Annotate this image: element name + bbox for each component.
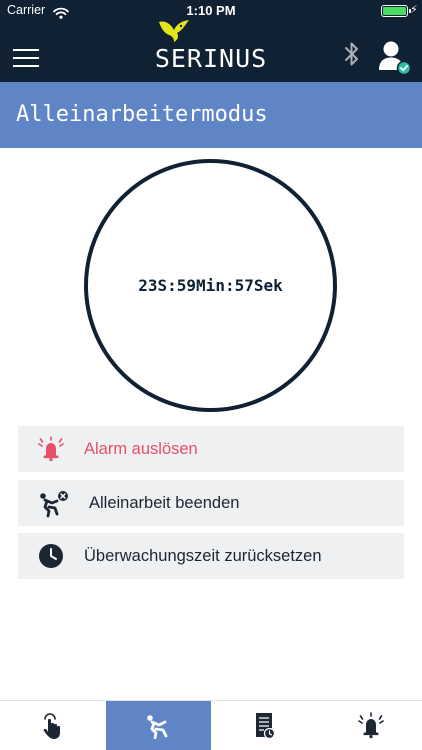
countdown-timer: 23S:59Min:57Sek <box>84 159 337 412</box>
logo-text: SERINUS <box>154 44 268 73</box>
serinus-logo: SERINUS <box>145 18 277 74</box>
page-title-bar: Alleinarbeitermodus <box>0 82 422 148</box>
end-lone-work-label: Alleinarbeit beenden <box>89 494 240 512</box>
alarm-bell-icon <box>357 712 384 739</box>
end-lone-work-button[interactable]: Alleinarbeit beenden <box>18 480 404 526</box>
document-clock-icon <box>255 713 275 740</box>
app-header: Carrier 1:10 PM ⚡ SERINUS <box>0 0 422 82</box>
user-verified-icon[interactable] <box>378 40 412 80</box>
hamburger-menu-icon[interactable] <box>13 49 39 69</box>
page-title: Alleinarbeitermodus <box>16 102 268 127</box>
tab-touch[interactable] <box>0 701 105 750</box>
fall-person-icon <box>146 715 167 739</box>
charging-bolt-icon: ⚡ <box>410 3 418 16</box>
tab-log[interactable] <box>212 701 317 750</box>
battery-icon <box>381 5 411 17</box>
bluetooth-icon[interactable] <box>343 40 361 72</box>
alarm-bell-icon <box>38 436 64 466</box>
fall-person-icon <box>38 490 70 522</box>
status-time: 1:10 PM <box>186 3 236 18</box>
trigger-alarm-label: Alarm auslösen <box>84 440 198 458</box>
timer-text: 23S:59Min:57Sek <box>138 276 283 295</box>
touch-hand-icon <box>43 713 60 739</box>
trigger-alarm-button[interactable]: Alarm auslösen <box>18 426 404 472</box>
reset-monitoring-time-label: Überwachungszeit zurücksetzen <box>84 547 322 565</box>
reset-monitoring-time-button[interactable]: Überwachungszeit zurücksetzen <box>18 533 404 579</box>
bottom-tab-bar <box>0 700 422 750</box>
tab-lone-worker[interactable] <box>106 701 211 750</box>
tab-alarm[interactable] <box>318 701 422 750</box>
clock-icon <box>38 543 64 573</box>
